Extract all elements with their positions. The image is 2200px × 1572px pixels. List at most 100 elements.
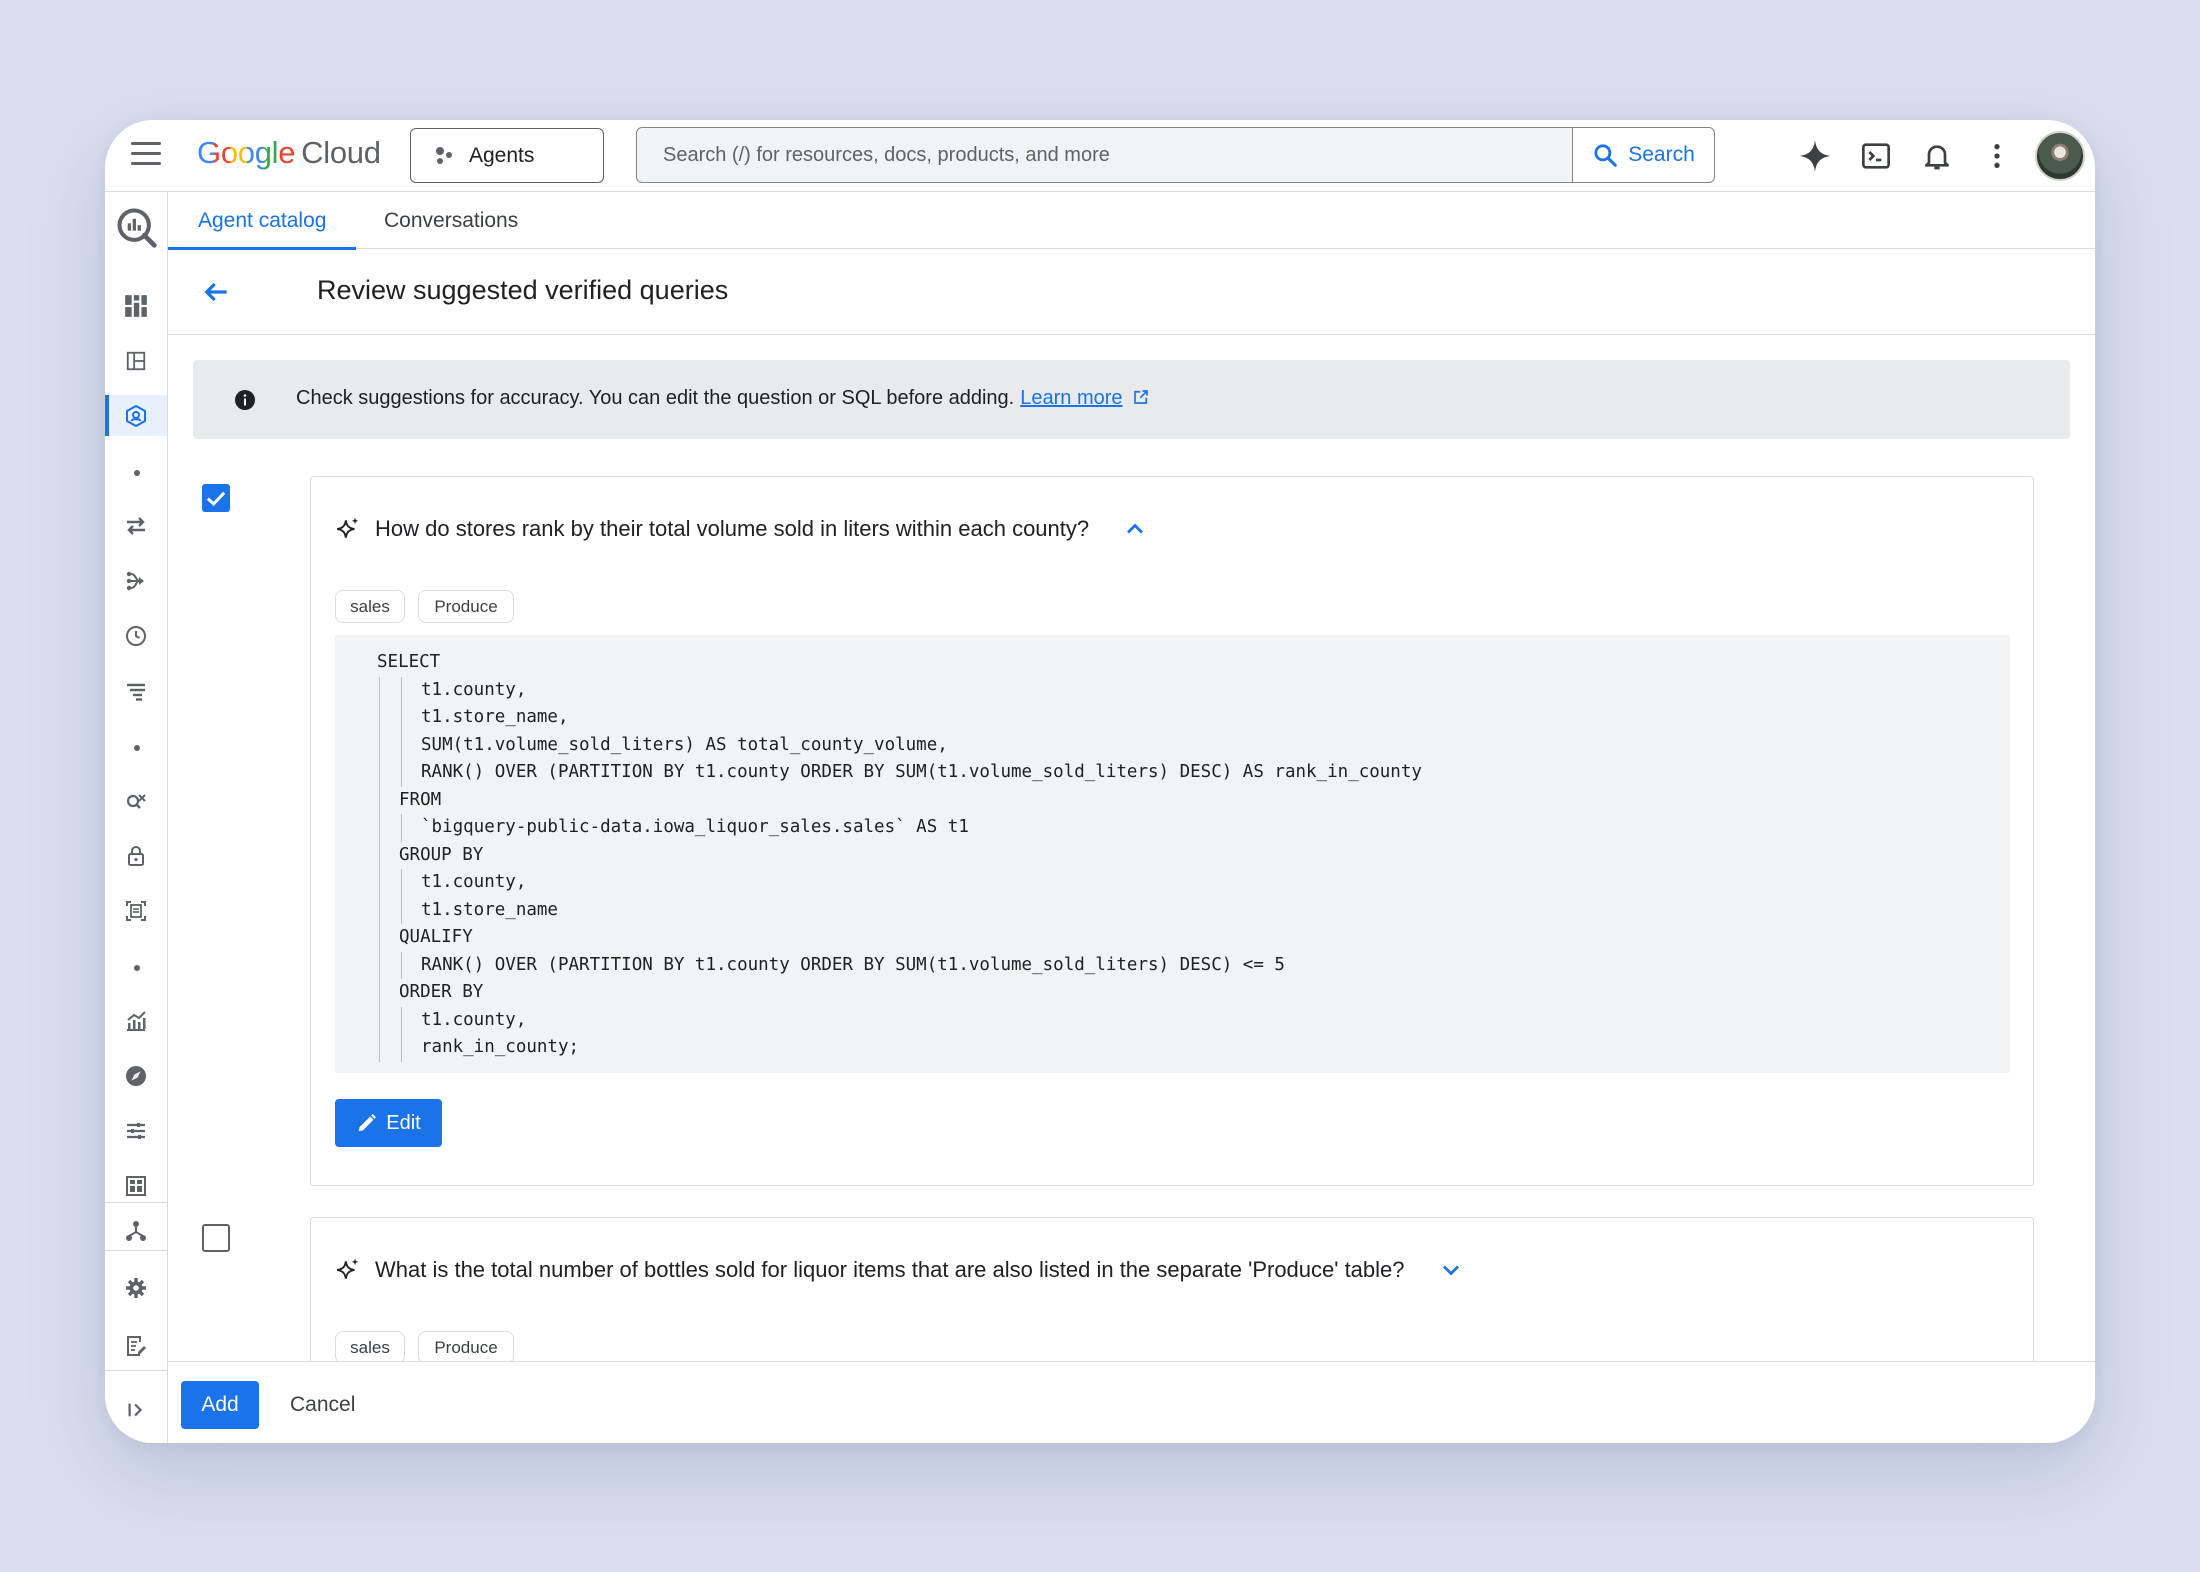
indent-guide	[401, 1006, 402, 1034]
sql-line: QUALIFY	[335, 924, 2010, 952]
search-icon	[1594, 144, 1618, 167]
learn-more-link[interactable]: Learn more	[1020, 387, 1122, 409]
sql-line-text: t1.county,	[421, 872, 527, 892]
sql-line-text: RANK() OVER (PARTITION BY t1.county ORDE…	[421, 762, 1422, 782]
query-checkbox-2[interactable]	[202, 1224, 230, 1252]
tab-agent-catalog[interactable]: Agent catalog	[168, 192, 357, 250]
transfer-icon[interactable]	[105, 506, 167, 546]
cancel-button[interactable]: Cancel	[280, 1381, 365, 1429]
search-input[interactable]: Search (/) for resources, docs, products…	[636, 127, 1573, 183]
analytics-icon[interactable]	[105, 1001, 167, 1041]
sql-line: GROUP BY	[335, 841, 2010, 869]
indent-guide	[401, 869, 402, 897]
indent-guide	[401, 814, 402, 842]
info-icon	[235, 390, 255, 410]
document-scan-icon[interactable]	[105, 891, 167, 931]
filter-list-icon[interactable]	[105, 671, 167, 711]
chevron-down-icon[interactable]	[1437, 1256, 1465, 1284]
gemini-sparkle-icon[interactable]	[1795, 136, 1835, 176]
rail-separator-dot	[134, 470, 140, 476]
info-text: Check suggestions for accuracy. You can …	[296, 387, 1015, 409]
sql-line-text: t1.store_name,	[421, 707, 569, 727]
sparkle-icon	[337, 517, 359, 538]
indent-guide	[379, 951, 380, 979]
search-placeholder: Search (/) for resources, docs, products…	[663, 143, 1110, 166]
query-question: How do stores rank by their total volume…	[375, 516, 1090, 541]
notifications-bell-icon[interactable]	[1917, 136, 1957, 176]
data-search-icon[interactable]	[105, 781, 167, 821]
explore-icon[interactable]	[105, 1056, 167, 1096]
query-checkbox-1[interactable]	[202, 484, 230, 512]
lock-icon[interactable]	[105, 836, 167, 876]
sql-line-text: RANK() OVER (PARTITION BY t1.county ORDE…	[421, 954, 1285, 975]
bigquery-logo-icon[interactable]	[105, 204, 167, 250]
search-button[interactable]: Search	[1572, 127, 1715, 183]
sql-line: SUM(t1.volume_sold_liters) AS total_coun…	[335, 731, 2010, 759]
indent-guide	[401, 951, 402, 979]
expand-rail-icon[interactable]	[105, 1390, 167, 1430]
edit-button[interactable]: Edit	[335, 1099, 442, 1147]
back-arrow-icon[interactable]	[200, 276, 232, 308]
pipeline-icon[interactable]	[105, 561, 167, 601]
sql-code-block[interactable]: SELECT t1.county, t1.store_name, SUM(t1.vol…	[335, 635, 2010, 1073]
hierarchy-icon[interactable]	[105, 1211, 167, 1251]
agent-hexagon-icon[interactable]	[105, 395, 167, 436]
learn-more-label: Learn more	[1020, 387, 1123, 409]
sql-line: t1.store_name,	[335, 704, 2010, 732]
logo-cloud: Cloud	[301, 135, 381, 170]
more-vert-icon[interactable]	[1977, 136, 2017, 176]
tune-icon[interactable]	[105, 1111, 167, 1151]
sql-line-text: FROM	[399, 789, 442, 810]
chevron-up-icon[interactable]	[1121, 515, 1149, 543]
indent-guide	[379, 979, 380, 1007]
sql-line-text: ORDER BY	[399, 982, 484, 1002]
tag-chip: sales	[335, 1331, 405, 1364]
rail-divider	[105, 1370, 167, 1371]
sql-line-text: SUM(t1.volume_sold_liters) AS total_coun…	[421, 734, 948, 755]
settings-icon[interactable]	[105, 1268, 167, 1308]
table-icon[interactable]	[105, 1166, 167, 1206]
sql-line-text: QUALIFY	[399, 927, 473, 947]
history-icon[interactable]	[105, 616, 167, 656]
rail-separator-dot	[134, 745, 140, 751]
indent-guide	[379, 896, 380, 924]
indent-guide	[379, 1034, 380, 1062]
indent-guide	[379, 841, 380, 869]
query-question-row: What is the total number of bottles sold…	[335, 1256, 1465, 1284]
indent-guide	[401, 759, 402, 787]
query-question: What is the total number of bottles sold…	[375, 1257, 1405, 1282]
sql-line-text: rank_in_county;	[421, 1037, 580, 1057]
sql-line: RANK() OVER (PARTITION BY t1.county ORDE…	[335, 951, 2010, 979]
sql-line: t1.county,	[335, 676, 2010, 704]
tab-conversations[interactable]: Conversations	[384, 192, 518, 249]
rail-separator-dot	[134, 965, 140, 971]
sql-line: t1.county,	[335, 1006, 2010, 1034]
avatar[interactable]	[2035, 131, 2085, 181]
indent-guide	[379, 924, 380, 952]
sql-line-text: GROUP BY	[399, 844, 484, 865]
agents-icon	[436, 146, 452, 164]
layout-icon[interactable]	[105, 341, 167, 381]
sql-line: RANK() OVER (PARTITION BY t1.county ORDE…	[335, 759, 2010, 787]
add-button[interactable]: Add	[181, 1381, 259, 1429]
indent-guide	[379, 786, 380, 814]
google-cloud-logo[interactable]: Google Cloud	[197, 135, 381, 171]
agents-button[interactable]: Agents	[410, 128, 604, 183]
sql-line: t1.county,	[335, 869, 2010, 897]
info-banner: Check suggestions for accuracy. You can …	[193, 360, 2070, 439]
top-bar: Google Cloud Agents Search (/) for resour…	[105, 120, 2095, 192]
sql-line-text: SELECT	[377, 652, 441, 672]
logo-google: Google	[197, 135, 296, 170]
cloud-shell-icon[interactable]	[1856, 136, 1896, 176]
left-rail	[105, 192, 168, 1443]
release-notes-icon[interactable]	[105, 1326, 167, 1366]
indent-guide	[379, 731, 380, 759]
dashboard-icon[interactable]	[105, 286, 167, 326]
tag-chip: Produce	[418, 590, 514, 623]
indent-guide	[401, 1034, 402, 1062]
checkmark-icon	[206, 491, 226, 506]
main-menu-icon[interactable]	[131, 142, 161, 168]
bottom-action-bar: Add Cancel	[168, 1361, 2095, 1443]
rail-divider	[105, 1250, 167, 1251]
sql-line-text: t1.county,	[421, 1009, 527, 1030]
